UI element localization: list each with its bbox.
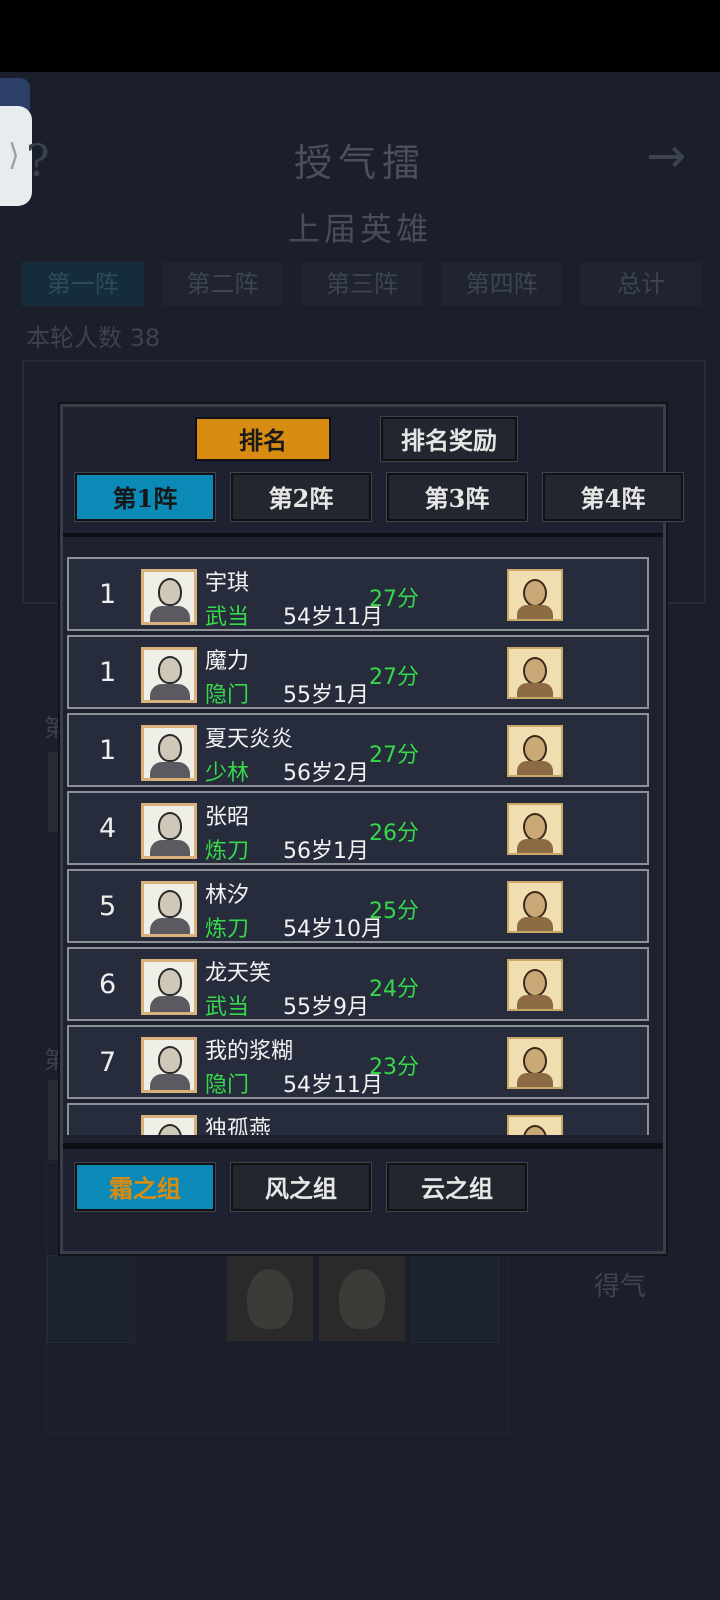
player-avatar[interactable] xyxy=(141,1115,197,1135)
player-sect: 武当 xyxy=(205,995,250,1020)
tab-formation-3[interactable]: 第3阵 xyxy=(386,472,528,522)
bg-info-text: 本轮人数 38 xyxy=(26,324,161,352)
rank-number: 1 xyxy=(99,657,117,688)
status-bar xyxy=(0,0,720,72)
ranking-row[interactable]: 7 我的浆糊 隐门 54岁11月 23分 xyxy=(67,1025,649,1099)
ranking-row[interactable]: 独孤燕 xyxy=(67,1103,649,1135)
player-avatar[interactable] xyxy=(141,569,197,625)
player-avatar[interactable] xyxy=(141,1037,197,1093)
tab-group-wind[interactable]: 风之组 xyxy=(230,1162,372,1212)
master-portrait[interactable] xyxy=(507,725,563,777)
player-name: 林汐 xyxy=(205,883,250,908)
player-age: 55岁1月 xyxy=(283,683,369,708)
panel-header: 排名 排名奖励 第1阵 第2阵 第3阵 第4阵 xyxy=(63,407,684,537)
divider xyxy=(63,1143,663,1149)
top-tabs: 排名 排名奖励 xyxy=(195,416,518,462)
master-portrait[interactable] xyxy=(507,647,563,699)
tab-formation-4[interactable]: 第4阵 xyxy=(542,472,684,522)
tab-group-cloud[interactable]: 云之组 xyxy=(386,1162,528,1212)
ranking-row[interactable]: 4 张昭 炼刀 56岁1月 26分 xyxy=(67,791,649,865)
bg-qi-label[interactable]: 得气 xyxy=(594,1266,646,1303)
rank-number: 7 xyxy=(99,1047,117,1078)
master-portrait[interactable] xyxy=(507,881,563,933)
background-tabs: 第一阵 第二阵 第三阵 第四阵 总计 xyxy=(22,262,702,308)
player-name: 张昭 xyxy=(205,805,250,830)
bg-side-bar xyxy=(48,1080,60,1160)
tab-ranking[interactable]: 排名 xyxy=(195,417,331,461)
bg-grid-cell xyxy=(411,1255,499,1343)
rank-number: 6 xyxy=(99,969,117,1000)
player-name: 魔力 xyxy=(205,649,250,674)
player-age: 54岁11月 xyxy=(283,605,383,630)
player-score: 27分 xyxy=(369,743,419,768)
player-name: 独孤燕 xyxy=(205,1117,272,1135)
tab-ranking-rewards[interactable]: 排名奖励 xyxy=(380,416,518,462)
master-portrait[interactable] xyxy=(507,959,563,1011)
player-age: 55岁9月 xyxy=(283,995,369,1020)
page-title: 授气擂 xyxy=(293,141,426,185)
player-avatar[interactable] xyxy=(141,959,197,1015)
bg-grid-cell xyxy=(47,1255,135,1343)
ranking-row[interactable]: 6 龙天笑 武当 55岁9月 24分 xyxy=(67,947,649,1021)
player-score: 27分 xyxy=(369,587,419,612)
player-score: 23分 xyxy=(369,1055,419,1080)
arrow-right-icon[interactable]: → xyxy=(646,128,686,184)
player-sect: 隐门 xyxy=(205,1073,250,1098)
ranking-row[interactable]: 5 林汐 炼刀 54岁10月 25分 xyxy=(67,869,649,943)
rank-number: 4 xyxy=(99,813,117,844)
player-sect: 少林 xyxy=(205,761,250,786)
bg-tab-4[interactable]: 第四阵 xyxy=(440,262,563,306)
player-avatar[interactable] xyxy=(141,881,197,937)
rank-number: 1 xyxy=(99,579,117,610)
player-score: 25分 xyxy=(369,899,419,924)
subtitle: 上届英雄 xyxy=(287,210,432,248)
bg-side-bar xyxy=(48,752,60,832)
formation-tabs: 第1阵 第2阵 第3阵 第4阵 xyxy=(74,472,684,522)
rank-number: 5 xyxy=(99,891,117,922)
master-portrait[interactable] xyxy=(507,1115,563,1135)
player-avatar[interactable] xyxy=(141,725,197,781)
ranking-panel: 排名 排名奖励 第1阵 第2阵 第3阵 第4阵 1 宇琪 武当 54岁11月 2… xyxy=(60,404,684,1254)
bg-tab-1[interactable]: 第一阵 xyxy=(22,262,144,306)
player-age: 54岁11月 xyxy=(283,1073,383,1098)
tab-group-frost[interactable]: 霜之组 xyxy=(74,1162,216,1212)
player-age: 56岁1月 xyxy=(283,839,369,864)
ranking-list[interactable]: 1 宇琪 武当 54岁11月 27分 1 魔力 隐门 55岁1月 27分 1 夏… xyxy=(67,557,649,1135)
player-sect: 隐门 xyxy=(205,683,250,708)
bg-tab-2[interactable]: 第二阵 xyxy=(161,262,284,306)
divider xyxy=(63,533,663,537)
player-sect: 炼刀 xyxy=(205,839,250,864)
ranking-row[interactable]: 1 魔力 隐门 55岁1月 27分 xyxy=(67,635,649,709)
bg-tab-total[interactable]: 总计 xyxy=(580,262,702,306)
player-name: 龙天笑 xyxy=(205,961,272,986)
player-avatar[interactable] xyxy=(141,803,197,859)
master-portrait[interactable] xyxy=(507,803,563,855)
bg-portrait xyxy=(227,1255,313,1341)
tab-formation-1[interactable]: 第1阵 xyxy=(74,472,216,522)
ranking-row[interactable]: 1 夏天炎炎 少林 56岁2月 27分 xyxy=(67,713,649,787)
tab-formation-2[interactable]: 第2阵 xyxy=(230,472,372,522)
player-age: 56岁2月 xyxy=(283,761,369,786)
player-avatar[interactable] xyxy=(141,647,197,703)
bg-tab-3[interactable]: 第三阵 xyxy=(301,262,423,306)
player-score: 26分 xyxy=(369,821,419,846)
player-sect: 炼刀 xyxy=(205,917,250,942)
player-name: 夏天炎炎 xyxy=(205,727,294,752)
player-name: 宇琪 xyxy=(205,571,250,596)
player-sect: 武当 xyxy=(205,605,250,630)
rank-number: 1 xyxy=(99,735,117,766)
player-score: 27分 xyxy=(369,665,419,690)
player-name: 我的浆糊 xyxy=(205,1039,294,1064)
group-tabs: 霜之组 风之组 云之组 xyxy=(74,1162,528,1212)
ranking-row[interactable]: 1 宇琪 武当 54岁11月 27分 xyxy=(67,557,649,631)
master-portrait[interactable] xyxy=(507,569,563,621)
master-portrait[interactable] xyxy=(507,1037,563,1089)
bg-portrait xyxy=(319,1255,405,1341)
player-age: 54岁10月 xyxy=(283,917,383,942)
player-score: 24分 xyxy=(369,977,419,1002)
